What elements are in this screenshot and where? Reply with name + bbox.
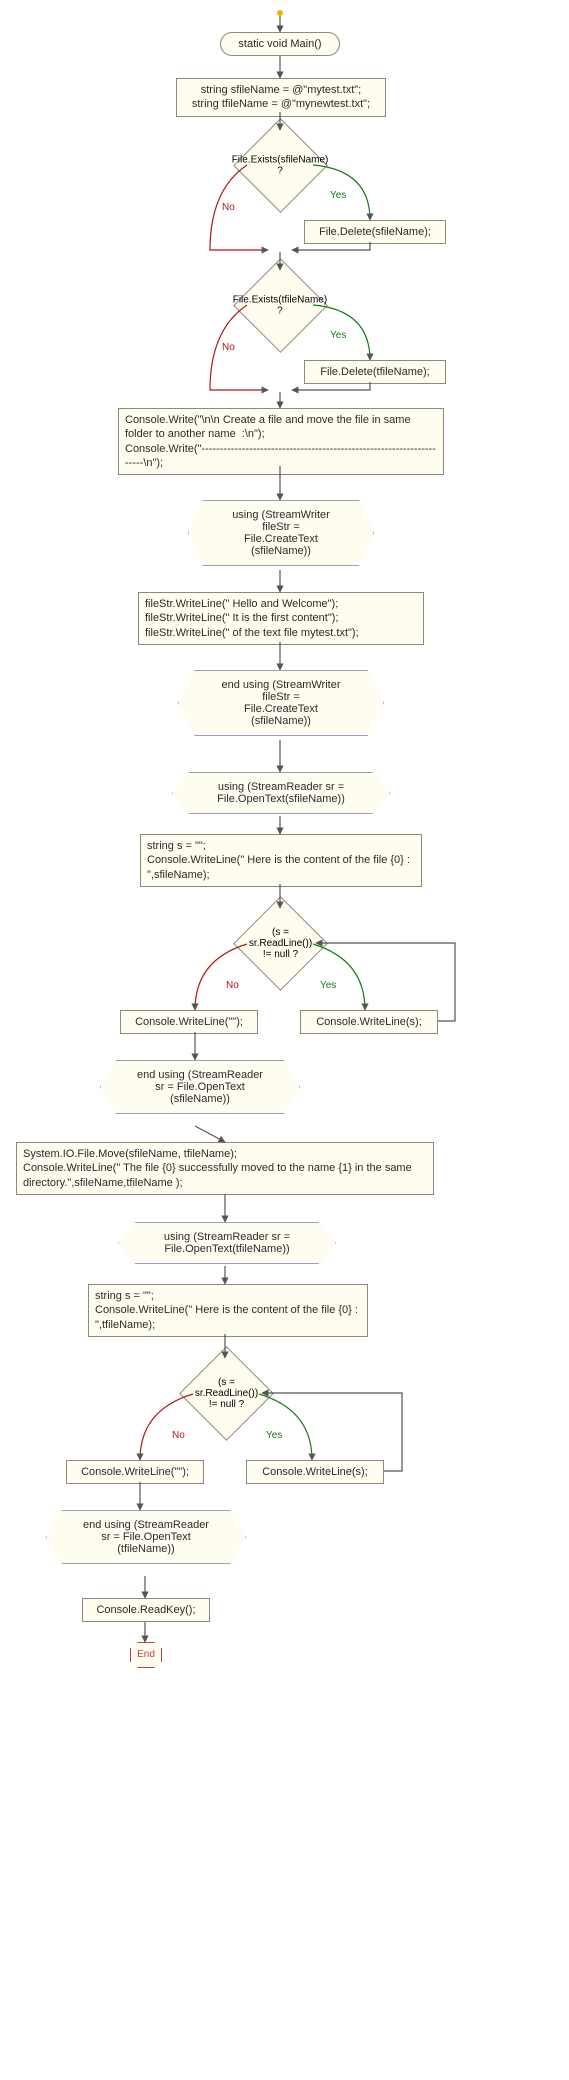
file-delete-t-node: File.Delete(tfileName); xyxy=(304,360,446,384)
file-delete-s-node: File.Delete(sfileName); xyxy=(304,220,446,244)
readprep1-node: string s = ""; Console.WriteLine(" Here … xyxy=(140,834,422,887)
read1-no-node: Console.WriteLine(""); xyxy=(120,1010,258,1034)
read1-decision: (s = sr.ReadLine()) != null ? xyxy=(233,896,328,991)
read2-yes-node: Console.WriteLine(s); xyxy=(246,1460,384,1484)
no-label: No xyxy=(172,1430,185,1441)
no-label: No xyxy=(222,202,235,213)
file-exists-t-decision: File.Exists(tfileName) ? xyxy=(233,258,328,353)
start-node: static void Main() xyxy=(220,32,340,56)
readkey-node: Console.ReadKey(); xyxy=(82,1598,210,1622)
writelines-node: fileStr.WriteLine(" Hello and Welcome");… xyxy=(138,592,424,645)
end-node: End xyxy=(130,1642,162,1668)
using-streamreader2-close: end using (StreamReader sr = File.OpenTe… xyxy=(46,1510,246,1564)
read2-decision: (s = sr.ReadLine()) != null ? xyxy=(179,1346,274,1441)
no-label: No xyxy=(226,980,239,991)
yes-label: Yes xyxy=(330,190,346,201)
using-streamwriter-open: using (StreamWriter fileStr = File.Creat… xyxy=(188,500,374,566)
yes-label: Yes xyxy=(330,330,346,341)
yes-label: Yes xyxy=(320,980,336,991)
declarations-node: string sfileName = @"mytest.txt"; string… xyxy=(176,78,386,117)
using-streamreader2-open: using (StreamReader sr = File.OpenText(t… xyxy=(118,1222,336,1264)
readprep2-node: string s = ""; Console.WriteLine(" Here … xyxy=(88,1284,368,1337)
yes-label: Yes xyxy=(266,1430,282,1441)
flowchart-container: static void Main() string sfileName = @"… xyxy=(10,10,560,2070)
using-streamwriter-close: end using (StreamWriter fileStr = File.C… xyxy=(178,670,384,736)
header-write-node: Console.Write("\n\n Create a file and mo… xyxy=(118,408,444,475)
using-streamreader1-open: using (StreamReader sr = File.OpenText(s… xyxy=(172,772,390,814)
file-exists-s-decision: File.Exists(sfileName) ? xyxy=(233,118,328,213)
entry-dot xyxy=(277,10,283,16)
using-streamreader1-close: end using (StreamReader sr = File.OpenTe… xyxy=(100,1060,300,1114)
read2-no-node: Console.WriteLine(""); xyxy=(66,1460,204,1484)
no-label: No xyxy=(222,342,235,353)
read1-yes-node: Console.WriteLine(s); xyxy=(300,1010,438,1034)
move-node: System.IO.File.Move(sfileName, tfileName… xyxy=(16,1142,434,1195)
